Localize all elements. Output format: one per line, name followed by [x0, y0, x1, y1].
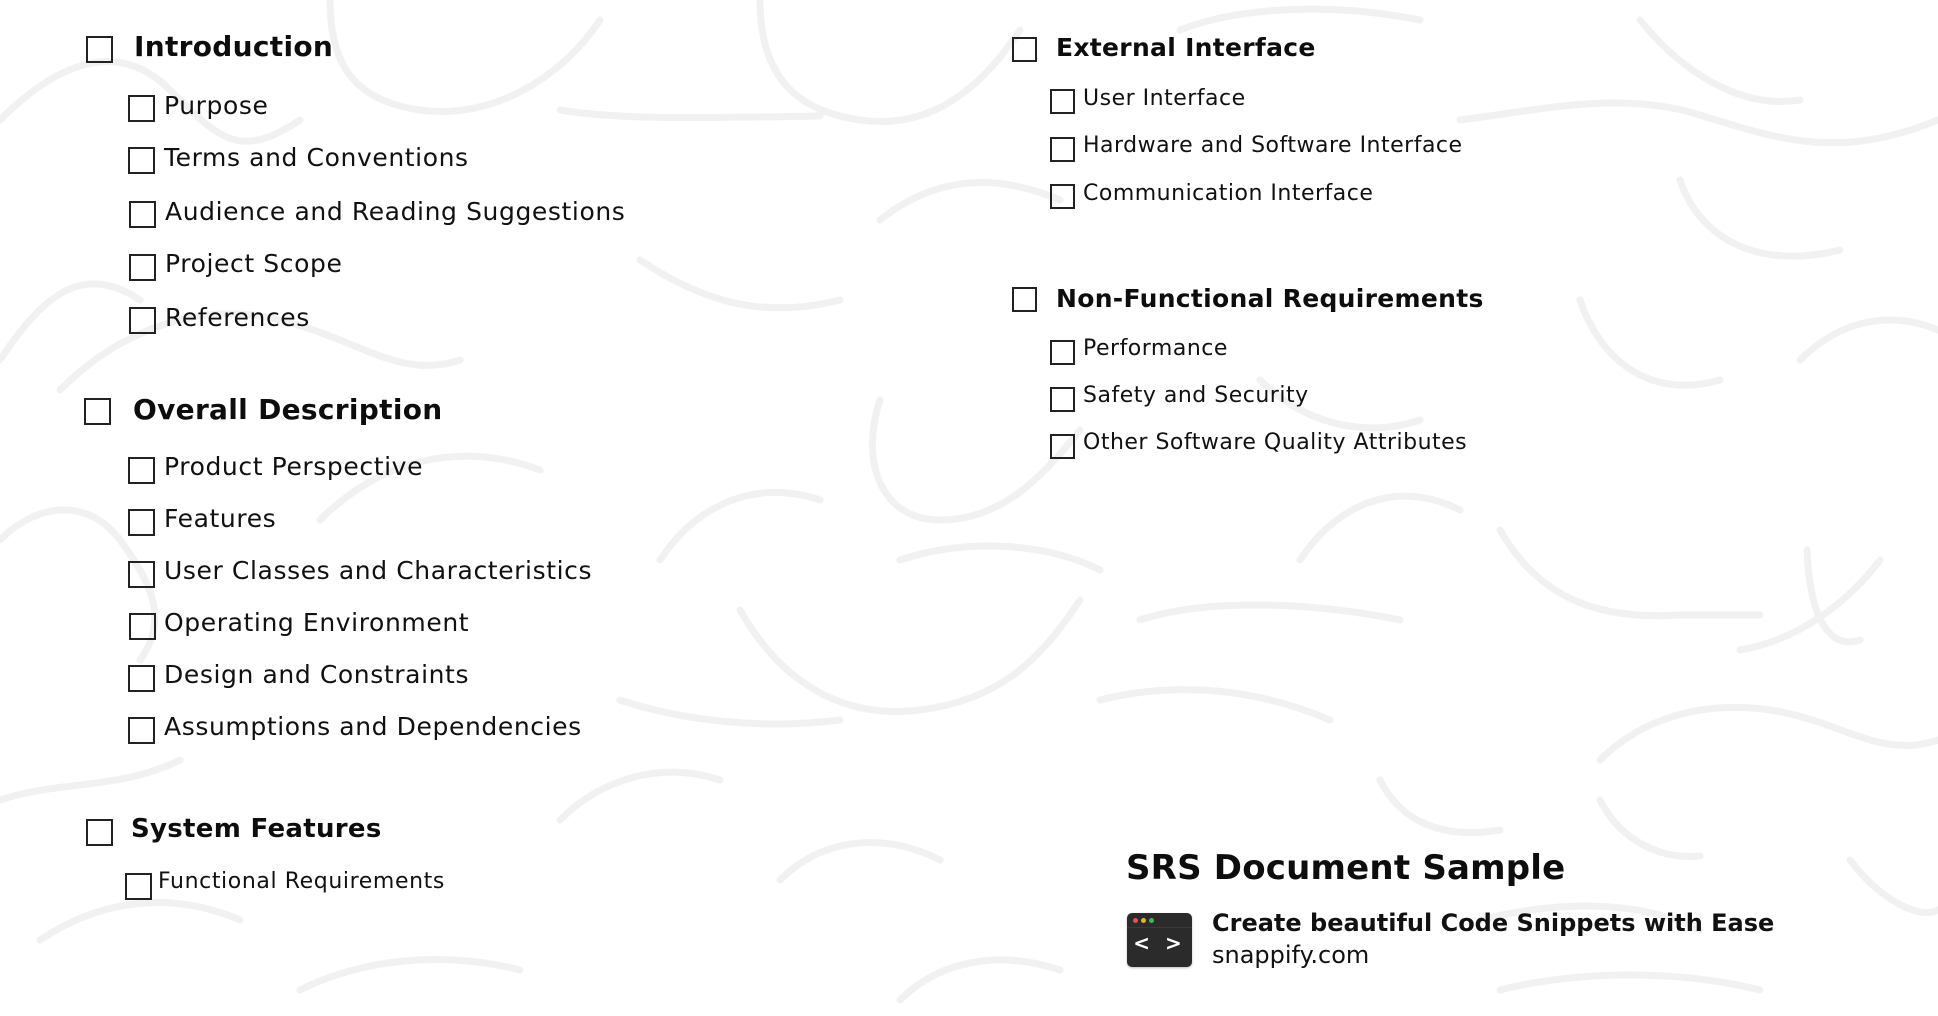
checkbox-terms-and-conventions[interactable]: [128, 147, 155, 174]
checkbox-other-software-quality-attributes[interactable]: [1050, 434, 1075, 459]
item-label-operating-environment: Operating Environment: [164, 608, 470, 637]
document-title: SRS Document Sample: [1126, 848, 1566, 888]
checkbox-hardware-and-software-interface[interactable]: [1050, 137, 1075, 162]
code-window-icon: < >: [1127, 913, 1192, 967]
maximize-dot-icon: [1149, 918, 1154, 923]
item-label-purpose: Purpose: [164, 91, 269, 120]
checkbox-user-classes-and-characteristics[interactable]: [128, 561, 155, 588]
checkbox-performance[interactable]: [1050, 340, 1075, 365]
checkbox-functional-requirements[interactable]: [125, 873, 152, 900]
section-title-system-features: System Features: [131, 814, 382, 844]
section-title-overall-description: Overall Description: [133, 393, 443, 426]
checkbox-audience-and-reading-suggestions[interactable]: [129, 201, 156, 228]
item-label-terms-and-conventions: Terms and Conventions: [164, 143, 469, 172]
item-label-user-classes-and-characteristics: User Classes and Characteristics: [164, 556, 593, 585]
item-label-hardware-and-software-interface: Hardware and Software Interface: [1083, 133, 1463, 158]
code-brackets-icon: < >: [1133, 931, 1186, 955]
close-dot-icon: [1133, 918, 1138, 923]
item-label-references: References: [165, 303, 310, 332]
item-label-communication-interface: Communication Interface: [1083, 181, 1374, 206]
promo-url-link[interactable]: snappify.com: [1212, 941, 1369, 969]
checkbox-references[interactable]: [129, 307, 156, 334]
item-label-user-interface: User Interface: [1083, 86, 1246, 111]
item-label-design-and-constraints: Design and Constraints: [164, 660, 470, 689]
item-label-performance: Performance: [1083, 336, 1228, 361]
item-label-audience-and-reading-suggestions: Audience and Reading Suggestions: [165, 197, 626, 226]
item-label-product-perspective: Product Perspective: [164, 452, 424, 481]
checkbox-safety-and-security[interactable]: [1050, 387, 1075, 412]
section-title-external-interface: External Interface: [1056, 33, 1316, 62]
checkbox-communication-interface[interactable]: [1050, 184, 1075, 209]
item-label-assumptions-and-dependencies: Assumptions and Dependencies: [164, 712, 582, 741]
minimize-dot-icon: [1141, 918, 1146, 923]
item-label-project-scope: Project Scope: [165, 249, 343, 278]
checkbox-assumptions-and-dependencies[interactable]: [128, 717, 155, 744]
section-checkbox-external-interface[interactable]: [1012, 37, 1037, 62]
section-title-introduction: Introduction: [134, 30, 334, 63]
window-controls: [1133, 918, 1154, 923]
section-title-non-functional-requirements: Non-Functional Requirements: [1056, 284, 1484, 313]
item-label-functional-requirements: Functional Requirements: [158, 869, 445, 894]
item-label-features: Features: [164, 504, 277, 533]
section-checkbox-non-functional-requirements[interactable]: [1012, 287, 1037, 312]
section-checkbox-system-features[interactable]: [86, 819, 113, 846]
window-titlebar-divider: [1127, 927, 1192, 928]
promo-tagline: Create beautiful Code Snippets with Ease: [1212, 909, 1775, 937]
item-label-safety-and-security: Safety and Security: [1083, 383, 1309, 408]
checkbox-features[interactable]: [128, 509, 155, 536]
checkbox-product-perspective[interactable]: [128, 457, 155, 484]
checkbox-design-and-constraints[interactable]: [128, 665, 155, 692]
checkbox-purpose[interactable]: [128, 95, 155, 122]
checkbox-user-interface[interactable]: [1050, 89, 1075, 114]
item-label-other-software-quality-attributes: Other Software Quality Attributes: [1083, 430, 1468, 455]
section-checkbox-overall-description[interactable]: [84, 398, 111, 425]
section-checkbox-introduction[interactable]: [86, 36, 113, 63]
checkbox-operating-environment[interactable]: [129, 613, 156, 640]
checkbox-project-scope[interactable]: [129, 254, 156, 281]
